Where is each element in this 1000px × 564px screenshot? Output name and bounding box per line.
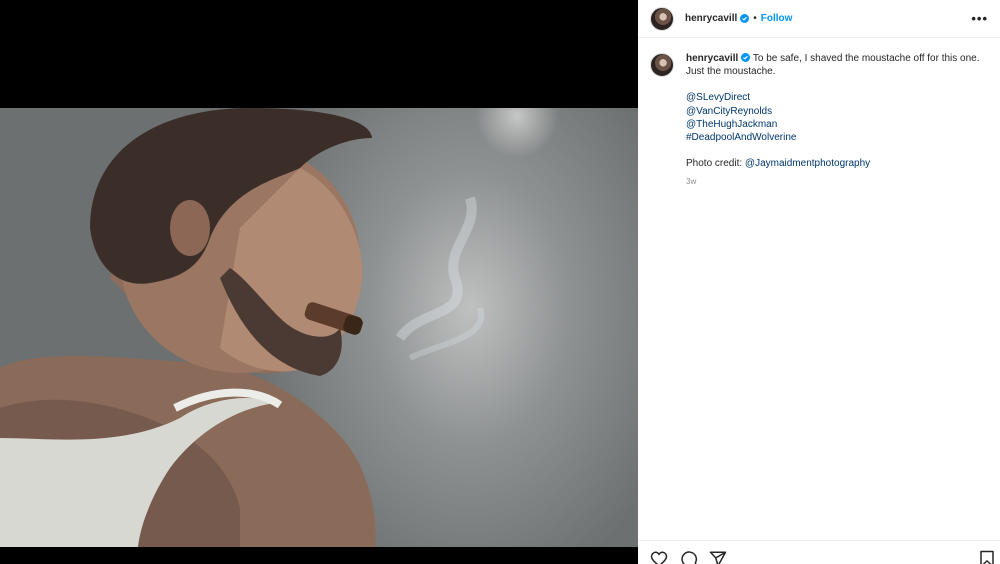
verified-badge-icon xyxy=(740,14,750,23)
author-avatar[interactable] xyxy=(650,6,674,31)
photo-credit: Photo credit: @Jaymaidmentphotography xyxy=(686,157,986,170)
post-photo[interactable] xyxy=(0,108,638,547)
verified-badge-icon xyxy=(741,53,751,62)
post-side-panel: henrycavill • Follow ••• henrycavill To … xyxy=(638,0,1000,564)
caption-username[interactable]: henrycavill xyxy=(686,53,738,64)
mention-slevydirect[interactable]: @SLevyDirect xyxy=(686,91,986,104)
post-media xyxy=(0,0,638,564)
separator-dot: • xyxy=(753,13,757,24)
caption-avatar[interactable] xyxy=(650,53,674,77)
action-bar xyxy=(638,540,1000,564)
caption-text: henrycavill To be safe, I shaved the mou… xyxy=(686,52,986,189)
photo-credit-handle[interactable]: @Jaymaidmentphotography xyxy=(745,158,870,169)
post-header: henrycavill • Follow ••• xyxy=(638,0,1000,38)
photo-credit-label: Photo credit: xyxy=(686,158,745,170)
caption-line-1: To be safe, I shaved the moustache off f… xyxy=(752,53,980,64)
mention-thehughjackman[interactable]: @TheHughJackman xyxy=(686,118,986,131)
caption-line-2: Just the moustache. xyxy=(686,66,776,78)
post-timestamp[interactable]: 3w xyxy=(686,175,986,188)
bookmark-icon[interactable] xyxy=(978,550,996,564)
hashtag-deadpoolandwolverine[interactable]: #DeadpoolAndWolverine xyxy=(686,131,986,144)
follow-button[interactable]: Follow xyxy=(761,13,793,24)
share-icon[interactable] xyxy=(709,550,727,564)
mention-vancityreynolds[interactable]: @VanCityReynolds xyxy=(686,105,986,118)
author-username[interactable]: henrycavill xyxy=(685,13,737,24)
photo-illustration xyxy=(0,108,485,547)
caption-block: henrycavill To be safe, I shaved the mou… xyxy=(638,38,1000,189)
comment-icon[interactable] xyxy=(680,550,698,564)
heart-icon[interactable] xyxy=(650,550,668,564)
more-options-icon[interactable]: ••• xyxy=(971,11,988,26)
